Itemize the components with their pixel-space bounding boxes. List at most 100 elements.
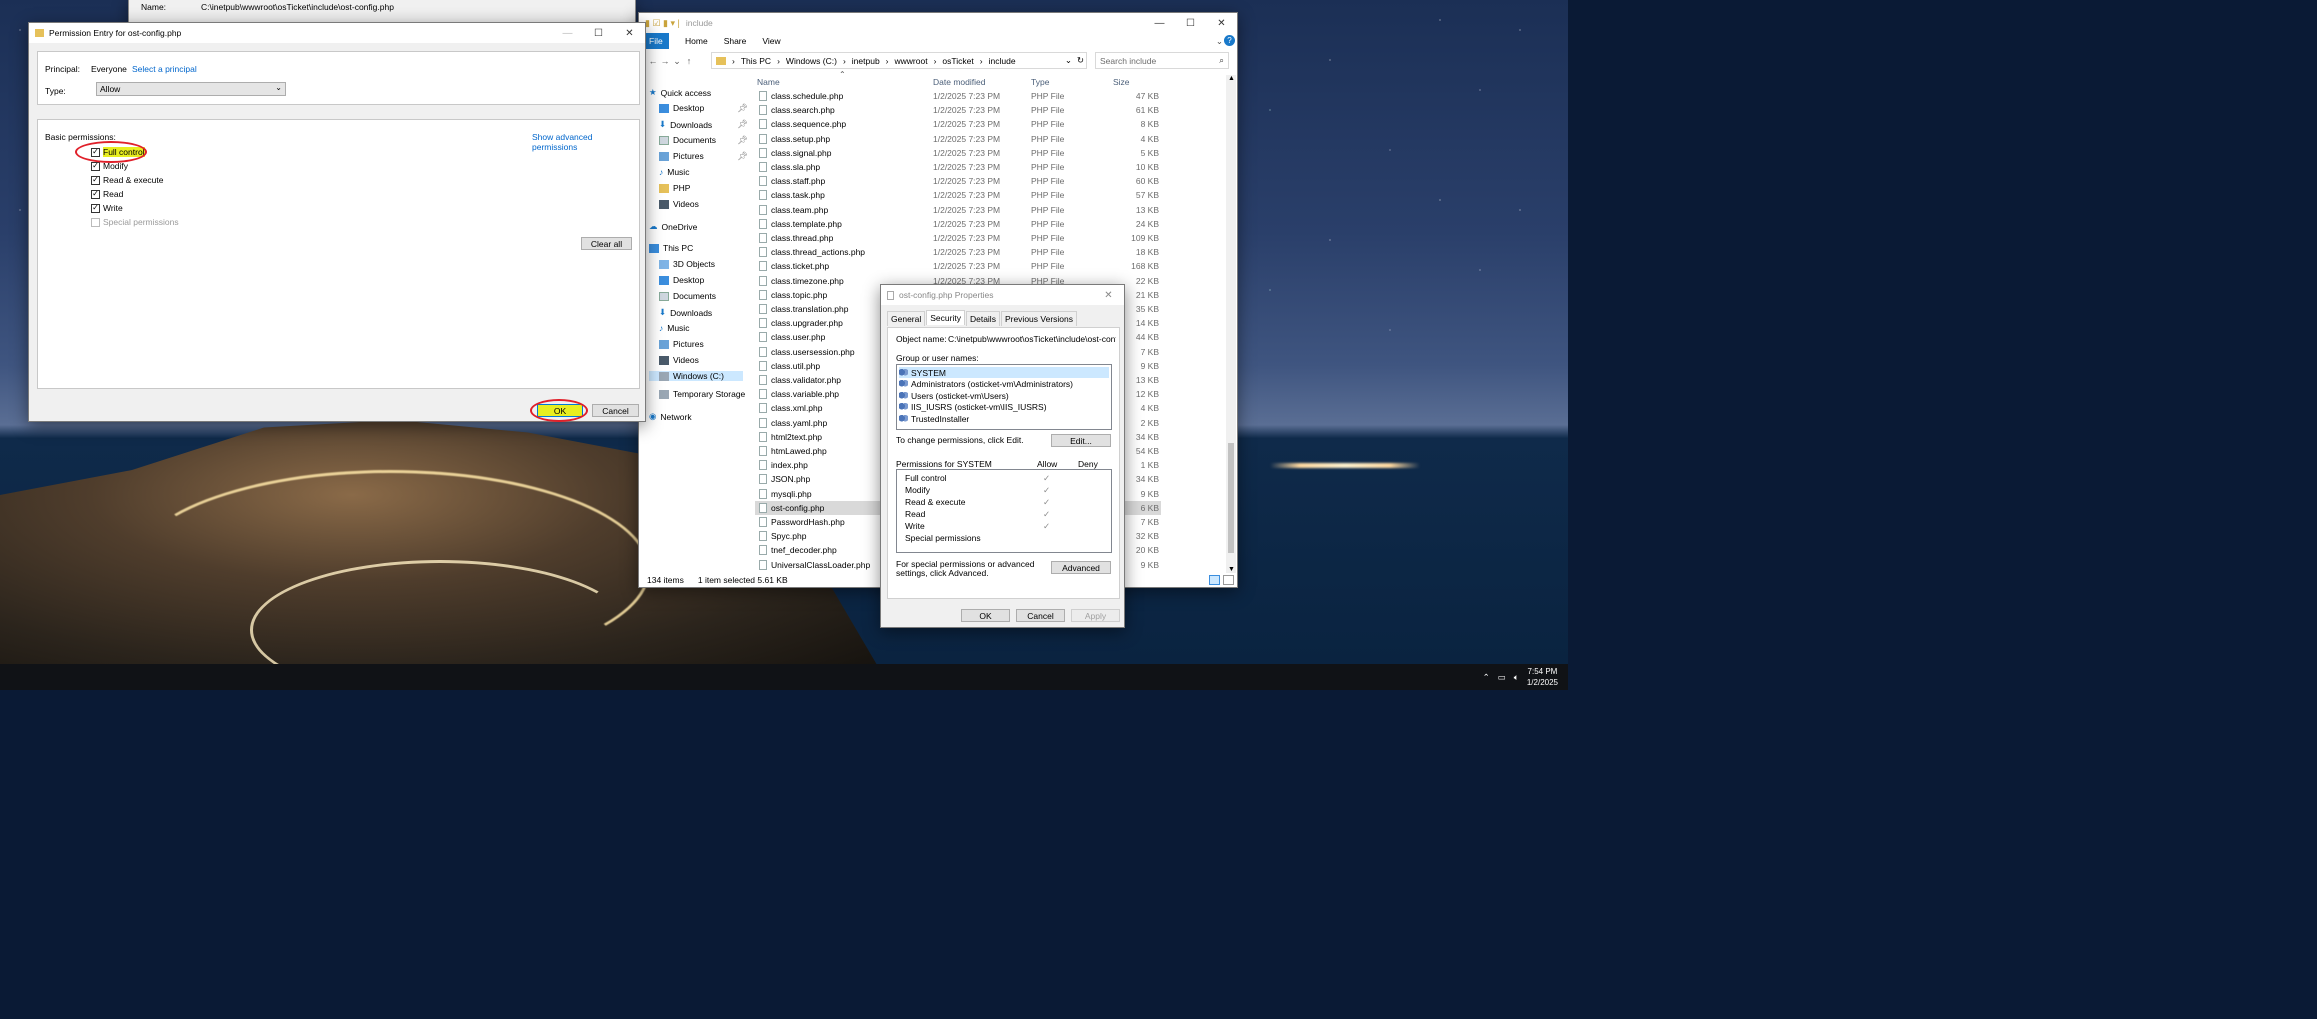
- nav-windows-c[interactable]: Windows (C:): [649, 371, 743, 381]
- nav-pc-downloads[interactable]: ⬇ Downloads: [659, 307, 712, 318]
- file-row[interactable]: class.task.php 1/2/2025 7:23 PM PHP File 57…: [755, 188, 1161, 202]
- user-item-iis-iusrs[interactable]: IIS_IUSRS (osticket-vm\IIS_IUSRS): [899, 401, 1109, 412]
- minimize-icon[interactable]: —: [552, 23, 583, 43]
- vertical-scrollbar[interactable]: ▲ ▼: [1226, 75, 1236, 573]
- write-checkbox[interactable]: ✓: [91, 203, 100, 213]
- modify-checkbox[interactable]: ✓: [91, 161, 100, 171]
- file-row[interactable]: class.setup.php 1/2/2025 7:23 PM PHP File 4…: [755, 132, 1161, 146]
- scroll-down-icon[interactable]: ▼: [1228, 566, 1235, 573]
- tab-security[interactable]: Security: [926, 310, 965, 325]
- network-icon[interactable]: ▭: [1498, 672, 1506, 683]
- props-ok-button[interactable]: OK: [961, 609, 1010, 622]
- breadcrumb-windows-c[interactable]: Windows (C:): [786, 56, 837, 66]
- tab-home[interactable]: Home: [685, 36, 708, 46]
- user-item-system[interactable]: SYSTEM: [899, 367, 1109, 378]
- file-row[interactable]: class.thread_actions.php 1/2/2025 7:23 PM…: [755, 245, 1161, 259]
- select-principal-link[interactable]: Select a principal: [132, 64, 197, 74]
- breadcrumb-osticket[interactable]: osTicket: [942, 56, 973, 66]
- nav-pc-music[interactable]: ♪ Music: [659, 323, 689, 333]
- nav-this-pc[interactable]: This PC: [649, 243, 693, 253]
- close-icon[interactable]: ✕: [1093, 285, 1124, 305]
- nav-temporary-storage[interactable]: Temporary Storage: [659, 389, 745, 399]
- file-row[interactable]: class.team.php 1/2/2025 7:23 PM PHP File 13…: [755, 203, 1161, 217]
- breadcrumb-this-pc[interactable]: This PC: [741, 56, 771, 66]
- refresh-icon[interactable]: ↻: [1077, 55, 1084, 66]
- forward-icon[interactable]: →: [659, 56, 671, 66]
- file-row[interactable]: class.sla.php 1/2/2025 7:23 PM PHP File 10 …: [755, 160, 1161, 174]
- clock[interactable]: 7:54 PM 1/2/2025: [1527, 666, 1558, 688]
- breadcrumb-wwwroot[interactable]: wwwroot: [895, 56, 928, 66]
- nav-videos[interactable]: Videos: [659, 199, 699, 209]
- scroll-up-icon[interactable]: ▲: [1228, 75, 1235, 82]
- nav-quick-access[interactable]: ★ Quick access: [649, 87, 711, 98]
- volume-icon[interactable]: 🔈︎: [1514, 672, 1519, 683]
- maximize-icon[interactable]: ☐: [1175, 13, 1206, 33]
- user-item-users[interactable]: Users (osticket-vm\Users): [899, 390, 1109, 401]
- nav-desktop[interactable]: Desktop 📌︎: [659, 103, 748, 113]
- edit-button[interactable]: Edit...: [1051, 434, 1111, 447]
- column-header-name[interactable]: Name: [757, 77, 780, 87]
- nav-documents[interactable]: Documents 📌︎: [659, 135, 748, 145]
- read-label: Read: [103, 189, 124, 199]
- nav-pictures[interactable]: Pictures 📌︎: [659, 151, 748, 161]
- address-dropdown-icon[interactable]: ⌄: [1065, 55, 1072, 66]
- advanced-button[interactable]: Advanced: [1051, 561, 1111, 574]
- tab-view[interactable]: View: [762, 36, 780, 46]
- column-header-date[interactable]: Date modified: [933, 77, 985, 87]
- maximize-icon[interactable]: ☐: [583, 23, 614, 43]
- write-option[interactable]: ✓ Write: [91, 203, 123, 213]
- scroll-thumb[interactable]: [1228, 443, 1234, 553]
- breadcrumb-inetpub[interactable]: inetpub: [852, 56, 880, 66]
- read-checkbox[interactable]: ✓: [91, 189, 100, 199]
- file-row[interactable]: class.staff.php 1/2/2025 7:23 PM PHP File 6…: [755, 174, 1161, 188]
- nav-pc-pictures[interactable]: Pictures: [659, 339, 704, 349]
- nav-network[interactable]: ◉ Network: [649, 411, 692, 422]
- column-header-type[interactable]: Type: [1031, 77, 1049, 87]
- file-row[interactable]: class.search.php 1/2/2025 7:23 PM PHP File…: [755, 103, 1161, 117]
- nav-3d-objects[interactable]: 3D Objects: [659, 259, 715, 269]
- help-icon[interactable]: ?: [1224, 35, 1235, 46]
- file-row[interactable]: class.thread.php 1/2/2025 7:23 PM PHP File…: [755, 231, 1161, 245]
- nav-pc-videos[interactable]: Videos: [659, 355, 699, 365]
- nav-pc-documents[interactable]: Documents: [659, 291, 716, 301]
- tab-previous-versions[interactable]: Previous Versions: [1000, 311, 1077, 326]
- search-input[interactable]: Search include ⌕: [1095, 52, 1229, 69]
- type-select[interactable]: Allow ⌄: [96, 82, 286, 96]
- user-item-administrators[interactable]: Administrators (osticket-vm\Administrato…: [899, 378, 1109, 389]
- address-bar[interactable]: › This PC › Windows (C:) › inetpub › wwwroo…: [711, 52, 1087, 69]
- file-row[interactable]: class.ticket.php 1/2/2025 7:23 PM PHP File…: [755, 259, 1161, 273]
- close-icon[interactable]: ✕: [1206, 13, 1237, 33]
- minimize-icon[interactable]: —: [1144, 13, 1175, 33]
- file-row[interactable]: class.sequence.php 1/2/2025 7:23 PM PHP Fi…: [755, 117, 1161, 131]
- nav-php[interactable]: PHP: [659, 183, 690, 193]
- back-icon[interactable]: ←: [647, 56, 659, 66]
- tab-share[interactable]: Share: [724, 36, 747, 46]
- read-execute-option[interactable]: ✓ Read & execute: [91, 175, 163, 185]
- nav-music[interactable]: ♪ Music: [659, 167, 689, 177]
- tab-general[interactable]: General: [887, 311, 926, 326]
- large-icons-view-icon[interactable]: [1223, 575, 1234, 585]
- file-row[interactable]: class.schedule.php 1/2/2025 7:23 PM PHP Fi…: [755, 89, 1161, 103]
- show-hidden-icons-icon[interactable]: ⌃: [1483, 672, 1490, 683]
- ribbon-expand-icon[interactable]: ⌄: [1216, 36, 1223, 47]
- cancel-button[interactable]: Cancel: [592, 404, 639, 417]
- nav-downloads[interactable]: ⬇ Downloads 📌︎: [659, 119, 748, 130]
- user-item-trustedinstaller[interactable]: TrustedInstaller: [899, 413, 1109, 424]
- file-row[interactable]: class.template.php 1/2/2025 7:23 PM PHP Fi…: [755, 217, 1161, 231]
- breadcrumb-include[interactable]: include: [989, 56, 1016, 66]
- nav-onedrive[interactable]: ☁ OneDrive: [649, 221, 697, 232]
- up-icon[interactable]: ↑: [683, 56, 695, 66]
- read-option[interactable]: ✓ Read: [91, 189, 123, 199]
- show-advanced-permissions-link[interactable]: Show advanced permissions: [532, 132, 639, 152]
- clear-all-button[interactable]: Clear all: [581, 237, 632, 250]
- props-cancel-button[interactable]: Cancel: [1016, 609, 1065, 622]
- column-header-size[interactable]: Size: [1113, 77, 1130, 87]
- recent-locations-icon[interactable]: ⌄: [671, 56, 683, 67]
- quick-access-toolbar-icons[interactable]: ▮ ☑ ▮ ▾ |: [645, 18, 680, 29]
- file-row[interactable]: class.signal.php 1/2/2025 7:23 PM PHP File…: [755, 146, 1161, 160]
- close-icon[interactable]: ✕: [614, 23, 645, 43]
- nav-pc-desktop[interactable]: Desktop: [659, 275, 704, 285]
- read-execute-checkbox[interactable]: ✓: [91, 175, 100, 185]
- tab-details[interactable]: Details: [965, 311, 1000, 326]
- details-view-icon[interactable]: [1209, 575, 1220, 585]
